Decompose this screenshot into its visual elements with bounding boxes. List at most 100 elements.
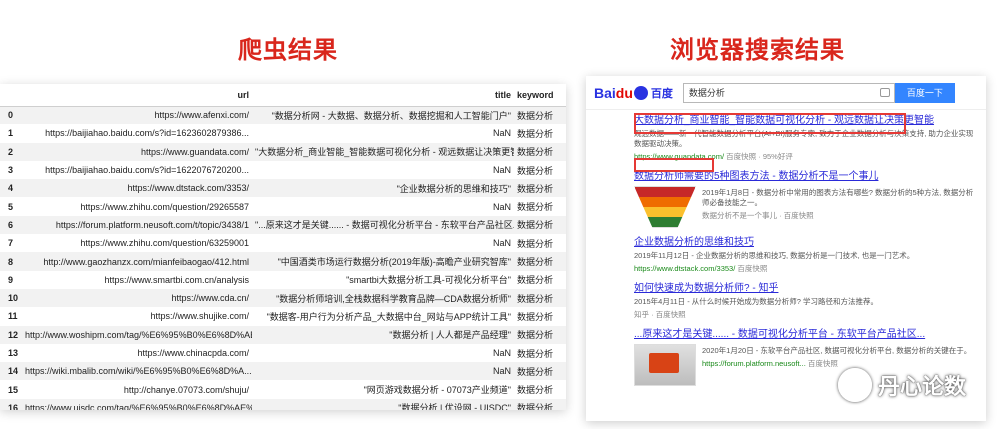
row-url: https://forum.platform.neusoft.com/t/top… (22, 215, 252, 235)
row-title: "中国酒类市场运行数据分析(2019年版)-高瞻产业研究智库" (252, 252, 514, 271)
row-title: "数据分析网 - 大数据、数据分析、数据挖掘和人工智能门户" (252, 106, 514, 125)
row-keyword: 数据分析 (514, 106, 566, 125)
search-result: 数据分析师需要的5种图表方法 - 数据分析不是一个事儿 2019年1月8日 - … (634, 170, 979, 228)
table-body: 0 https://www.afenxi.com/"数据分析网 - 大数据、数据分… (0, 106, 566, 410)
row-title: "网页游戏数据分析 - 07073产业频道" (363, 385, 511, 396)
row-title: NaN (492, 201, 511, 212)
row-url: https://wiki.mbalib.com/wiki/%E6%95%B0%E… (22, 362, 252, 381)
row-url: https://baijiahao.baidu.com/s?id=1623602… (45, 128, 249, 139)
result-url-text: https://www.dtstack.com/3353/ (634, 264, 736, 273)
result-description: 2019年11月12日 - 企业数据分析的思维和技巧, 数据分析是一门技术, 也… (634, 251, 915, 260)
result-url[interactable]: 数据分析不是一个事儿 · 百度快照 (702, 210, 979, 221)
row-url: https://www.dtstack.com/3353/ (22, 179, 252, 198)
row-keyword: 数据分析 (517, 311, 554, 322)
laptop-thumbnail[interactable] (634, 344, 696, 386)
logo-du: du (615, 84, 633, 101)
browser-result-heading: 浏览器搜索结果 (670, 36, 845, 64)
row-url: https://www.guandata.com/ (22, 142, 252, 161)
search-input[interactable]: 数据分析 (682, 82, 895, 103)
row-keyword: 数据分析 (517, 238, 554, 249)
row-index: 4 (0, 179, 22, 198)
row-index: 8 (0, 252, 22, 271)
search-result: 如何快速成为数据分析师? - 知乎 2015年4月11日 - 从什么时候开始成为… (634, 282, 979, 320)
row-keyword: 数据分析 (514, 252, 566, 271)
row-index: 6 (0, 215, 22, 235)
result-title-link[interactable]: 如何快速成为数据分析师? - 知乎 (634, 282, 979, 295)
table-row: 4 https://www.dtstack.com/3353/"企业数据分析的思维… (0, 179, 566, 198)
row-keyword: 数据分析 (514, 215, 566, 235)
watermark: 丹心论数 (838, 368, 966, 402)
stage: 爬虫结果 浏览器搜索结果 url title keyword 0 https://… (0, 0, 1001, 429)
search-button[interactable]: 百度一下 (894, 82, 955, 103)
row-url: https://www.uisdc.com/tag/%E6%95%B0%E6%8… (22, 398, 252, 410)
row-title: "smartbi大数据分析工具-可视化分析平台" (346, 275, 511, 286)
result-body: 2019年1月8日 - 数据分析中常用的图表方法有哪些? 数据分析的5种方法, … (634, 186, 979, 228)
row-keyword: 数据分析 (514, 398, 566, 410)
result-title-link[interactable]: ...原来这才是关键...... - 数据可视化分析平台 - 东软平台产品社区.… (634, 328, 979, 341)
logo-bai: Bai (594, 84, 616, 101)
row-keyword: 数据分析 (514, 288, 566, 308)
result-meta: 百度快照 (807, 359, 838, 368)
table-row: 1 https://baijiahao.baidu.com/s?id=162360… (0, 124, 566, 142)
row-url: https://www.smartbi.com.cn/analysis (104, 274, 249, 285)
search-query: 数据分析 (688, 87, 725, 98)
row-index: 16 (0, 398, 22, 410)
row-title: NaN (492, 238, 511, 249)
baidu-topbar: Bai du 百度 数据分析 百度一下 (586, 76, 986, 110)
table-row: 2 https://www.guandata.com/"大数据分析_商业智能_智能… (0, 142, 566, 161)
row-index: 11 (8, 311, 18, 322)
table-row: 15 http://chanye.07073.com/shuju/ "网页游戏数据分… (0, 380, 566, 398)
row-title: "数据分析 | 人人都是产品经理" (252, 325, 514, 344)
row-title: "企业数据分析的思维和技巧" (252, 179, 514, 198)
row-keyword: 数据分析 (514, 142, 566, 161)
row-index: 9 (8, 274, 14, 285)
row-keyword: 数据分析 (514, 362, 566, 381)
table-row: 14 https://wiki.mbalib.com/wiki/%E6%95%B0… (0, 362, 566, 381)
row-title: NaN (492, 348, 511, 358)
title-header: title (252, 84, 514, 107)
watermark-text: 丹心论数 (878, 375, 967, 400)
crawler-table-panel: url title keyword 0 https://www.afenxi.co… (0, 84, 566, 410)
result-description: 2020年1月20日 - 东软平台产品社区, 数据可视化分析平台, 数据分析的关… (702, 346, 972, 355)
row-url: http://chanye.07073.com/shuju/ (123, 384, 249, 395)
row-url: https://baijiahao.baidu.com/s?id=1622076… (45, 165, 249, 176)
result-texts: 2019年1月8日 - 数据分析中常用的图表方法有哪些? 数据分析的5种方法, … (702, 186, 979, 228)
table-header-row: url title keyword (0, 84, 566, 107)
result-description: 2015年4月11日 - 从什么时候开始成为数据分析师? 学习路径和方法推荐。 (634, 297, 879, 306)
table-row: 16 https://www.uisdc.com/tag/%E6%95%B0%E6… (0, 398, 566, 410)
index-header (0, 84, 22, 107)
funnel-chart-thumbnail[interactable] (634, 186, 696, 228)
result-title-link[interactable]: 企业数据分析的思维和技巧 (634, 236, 979, 249)
row-url: https://www.zhihu.com/question/29265587 (80, 201, 249, 212)
row-keyword: 数据分析 (517, 348, 554, 359)
result-meta: 百度快照 · 95%好评 (726, 152, 793, 161)
table-row: 5 https://www.zhihu.com/question/29265587… (0, 197, 566, 215)
result-url[interactable]: https://www.dtstack.com/3353/ 百度快照 (634, 263, 979, 274)
row-index: 0 (0, 106, 22, 125)
baidu-logo[interactable]: Bai du 百度 (594, 85, 673, 101)
wechat-icon (838, 368, 872, 402)
highlight-url-box (634, 158, 714, 172)
result-url-text: https://forum.platform.neusoft... (702, 359, 806, 368)
row-keyword: 数据分析 (517, 275, 554, 286)
row-title: "数据分析 | 优设网 - UISDC" (252, 398, 514, 410)
row-title: NaN (492, 128, 511, 139)
row-title: "数据分析师培训,全栈数据科学教育品牌—CDA数据分析师" (252, 288, 514, 308)
table-row: 6 https://forum.platform.neusoft.com/t/to… (0, 215, 566, 235)
row-index: 14 (0, 362, 22, 381)
highlight-title-box (634, 113, 906, 134)
row-index: 13 (8, 348, 19, 358)
url-header: url (22, 84, 252, 107)
table-row: 7 https://www.zhihu.com/question/63259001… (0, 234, 566, 252)
result-meta: 数据分析不是一个事儿 · 百度快照 (702, 211, 814, 220)
row-url: http://www.gaozhanzx.com/mianfeibaogao/4… (22, 252, 252, 271)
table-row: 8 http://www.gaozhanzx.com/mianfeibaogao/… (0, 252, 566, 271)
table-row: 10 https://www.cda.cn/"数据分析师培训,全栈数据科学教育品牌… (0, 288, 566, 308)
row-title: "大数据分析_商业智能_智能数据可视化分析 - 观远数据让决策更智能" (252, 142, 514, 161)
row-url: https://www.chinacpda.com/ (137, 348, 249, 358)
result-description: 2019年1月8日 - 数据分析中常用的图表方法有哪些? 数据分析的5种方法, … (702, 188, 974, 207)
row-keyword: 数据分析 (517, 165, 554, 176)
result-url[interactable]: 知乎 · 百度快照 (634, 309, 979, 320)
camera-icon[interactable] (879, 87, 890, 97)
row-index: 7 (8, 238, 14, 249)
